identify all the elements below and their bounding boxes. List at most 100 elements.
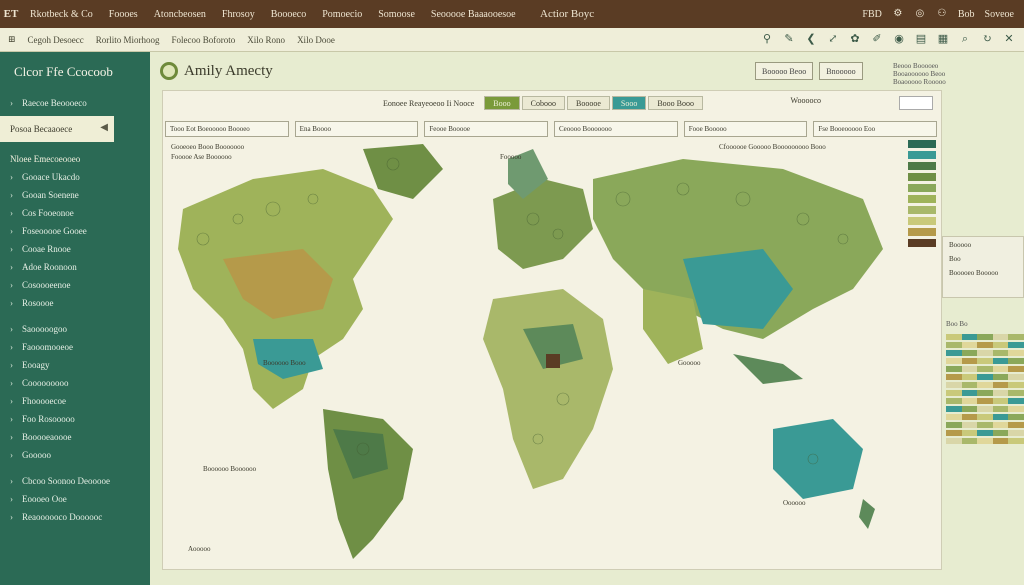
menu-item[interactable]: Fhrosoy xyxy=(214,9,263,20)
sidebar-item[interactable]: › Cos Fooeonoe xyxy=(0,204,150,222)
side-chart-cell xyxy=(992,414,1009,420)
sidebar-item[interactable]: › Adoe Roonoon xyxy=(0,258,150,276)
filter-dropdown[interactable]: Fooe Booooo xyxy=(683,121,808,137)
sidebar-item[interactable]: › Cooooooooo xyxy=(0,374,150,392)
sidebar-item[interactable]: › Raecoe Beoooeco xyxy=(0,92,150,114)
menubar-label[interactable]: Soveoe xyxy=(985,9,1014,20)
filter-dropdown[interactable]: Ceoooo Booooooo xyxy=(554,121,678,137)
panel-search-input[interactable] xyxy=(899,96,933,110)
menu-item[interactable]: Seooooe Baaaooesoe xyxy=(423,9,524,20)
header-button[interactable]: Bnooooo xyxy=(819,62,863,80)
sidebar-item[interactable]: › Cooae Rnooe xyxy=(0,240,150,258)
side-chart-cell xyxy=(946,334,962,340)
chevron-icon: › xyxy=(10,190,13,200)
sidebar-item[interactable]: › Rosoooe xyxy=(0,294,150,312)
sidebar-item[interactable]: › Saooooogoo xyxy=(0,320,150,338)
menu-item[interactable]: Atoncbeosen xyxy=(146,9,214,20)
side-chart-cell xyxy=(946,438,962,444)
world-map[interactable] xyxy=(163,139,941,569)
side-chart-cell xyxy=(961,414,978,420)
sidebar-item[interactable]: › Booooeaoooe xyxy=(0,428,150,446)
side-chart-cell xyxy=(977,414,993,420)
sidebar-item-label: Foseooooe Gooee xyxy=(22,226,87,236)
side-chart-cell xyxy=(992,430,1009,436)
side-chart-cell xyxy=(977,374,993,380)
sidebar-item[interactable]: › Cbcoo Soonoo Deooooe xyxy=(0,472,150,490)
grid-icon[interactable]: ⊞ xyxy=(0,34,22,45)
segment-tab[interactable]: Booo Booo xyxy=(648,96,703,110)
map-legend xyxy=(908,140,936,250)
segment-tab[interactable]: Sooo xyxy=(611,96,647,110)
map-annotation: Boooooo Booo xyxy=(263,359,306,367)
close-icon[interactable]: ✕ xyxy=(1002,32,1016,46)
grid-icon[interactable]: ▦ xyxy=(936,32,950,46)
plant-icon[interactable]: ✿ xyxy=(848,32,862,46)
toolbar-item[interactable]: Xilo Rono xyxy=(241,35,291,45)
sidebar-item[interactable]: › Gooan Soenene xyxy=(0,186,150,204)
chevron-icon: › xyxy=(10,172,13,182)
sidebar-item[interactable]: › Eooagy xyxy=(0,356,150,374)
segment-tab[interactable]: Booooe xyxy=(566,96,610,110)
side-chart-cell xyxy=(946,398,962,404)
sidebar-item[interactable]: › Foseooooe Gooee xyxy=(0,222,150,240)
segment-tab[interactable]: Cobooo xyxy=(521,96,565,110)
side-chart-cell xyxy=(977,390,993,396)
header-buttons: Booooo Beoo Bnooooo xyxy=(755,62,863,80)
side-chart-cell xyxy=(992,390,1009,396)
segment-tab[interactable]: Booo xyxy=(484,96,520,110)
pen-icon[interactable]: ✎ xyxy=(782,32,796,46)
menu-item[interactable]: Somoose xyxy=(370,9,423,20)
sidebar-item[interactable]: › Eoooeo Ooe xyxy=(0,490,150,508)
toolbar-item[interactable]: Cegoh Desoecc xyxy=(22,35,90,45)
user-icon[interactable]: ⚇ xyxy=(936,8,948,20)
side-chart-cell xyxy=(977,406,993,412)
sidebar-item[interactable]: › Faooomooeoe xyxy=(0,338,150,356)
collapse-icon[interactable]: ◀ xyxy=(100,122,108,133)
side-chart-cell xyxy=(946,414,962,420)
side-chart-cell xyxy=(946,366,962,372)
chevron-icon: › xyxy=(10,208,13,218)
toolbar-item[interactable]: Folecoo Boforoto xyxy=(166,35,242,45)
menu-item[interactable]: Pomoecio xyxy=(314,9,370,20)
sidebar-item-label: Cooooooooo xyxy=(22,378,69,388)
sidebar-item-label: Eooagy xyxy=(22,360,50,370)
toolbar-item[interactable]: Rorlito Miorhoog xyxy=(90,35,166,45)
sidebar-item[interactable]: › Gooace Ukacdo xyxy=(0,168,150,186)
side-chart-cell xyxy=(961,366,978,372)
sidebar-item[interactable]: › Foo Rosooooo xyxy=(0,410,150,428)
filter-dropdown[interactable]: Feooe Booooe xyxy=(424,121,549,137)
pin-icon[interactable]: ⚲ xyxy=(760,32,774,46)
legend-swatch xyxy=(908,184,936,192)
side-chart-row xyxy=(946,342,1024,348)
search-icon[interactable]: ⌕ xyxy=(958,32,972,46)
menubar-label[interactable]: FBD xyxy=(862,9,881,20)
globe-icon[interactable]: ◉ xyxy=(892,32,906,46)
share-icon[interactable]: ⤢ xyxy=(826,32,840,46)
sidebar-item-label: Rosoooe xyxy=(22,298,54,308)
sidebar-item[interactable]: › Fhooooecoe xyxy=(0,392,150,410)
menu-item[interactable]: Rkotbeck & Co xyxy=(22,9,101,20)
header-button[interactable]: Booooo Beoo xyxy=(755,62,814,80)
sidebar-item-active[interactable]: Posoa Becaaoece ◀ xyxy=(0,116,114,142)
layers-icon[interactable]: ▤ xyxy=(914,32,928,46)
help-icon[interactable]: ◎ xyxy=(914,8,926,20)
menubar-label[interactable]: Bob xyxy=(958,9,975,20)
side-chart-cell xyxy=(1008,382,1024,388)
sidebar-item-label: Cosoooeenoe xyxy=(22,280,71,290)
sidebar-item[interactable]: › Gooooo xyxy=(0,446,150,464)
sidebar-item[interactable]: › Cosoooeenoe xyxy=(0,276,150,294)
filter-dropdown[interactable]: Fse Booeooooo Eoo xyxy=(813,121,938,137)
header-list-item: Booaoooooo Beoo xyxy=(893,70,946,78)
gear-icon[interactable]: ⚙ xyxy=(892,8,904,20)
menu-item[interactable]: Boooeco xyxy=(263,9,315,20)
filter-dropdown[interactable]: Ena Boooo xyxy=(294,121,419,137)
refresh-icon[interactable]: ↻ xyxy=(980,32,994,46)
panel-right-label: Wooooco xyxy=(790,96,821,105)
pen-icon[interactable]: ✐ xyxy=(870,32,884,46)
toolbar-item[interactable]: Xilo Dooe xyxy=(291,35,341,45)
sidebar-item[interactable]: › Reaoooooco Doooooc xyxy=(0,508,150,526)
menu-item[interactable]: Foooes xyxy=(101,9,146,20)
side-chart-row xyxy=(946,430,1024,436)
filter-dropdown[interactable]: Tooo Eot Boeooooo Boooeo xyxy=(165,121,289,137)
chevron-icon[interactable]: ❮ xyxy=(804,32,818,46)
